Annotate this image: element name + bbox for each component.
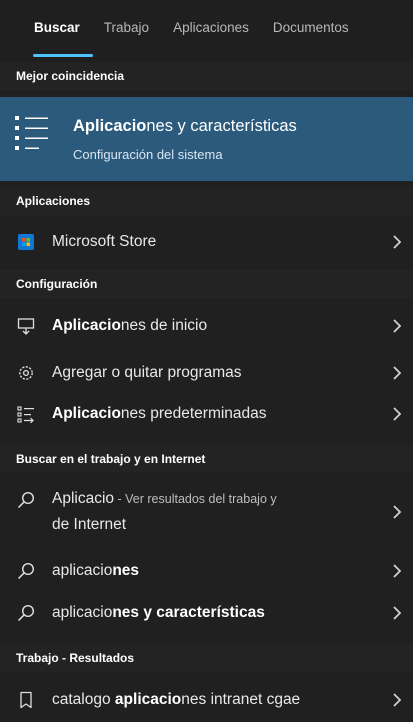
work-result-label: catalogo aplicaciones intranet cgae <box>52 691 301 708</box>
default-apps-icon <box>16 404 36 424</box>
result-web-aplicaciones[interactable]: aplicaciones <box>0 553 413 589</box>
result-default-apps[interactable]: Aplicaciones predeterminadas <box>0 396 413 432</box>
settings-header: Configuración <box>0 270 413 298</box>
search-tabs: Buscar Trabajo Aplicaciones Documentos <box>0 0 413 62</box>
tab-aplicaciones[interactable]: Aplicaciones <box>173 20 249 35</box>
web-suggestion-label: aplicaciones <box>52 562 140 579</box>
startup-apps-label: Aplicaciones de inicio <box>52 317 208 334</box>
chevron-right-icon <box>393 319 402 333</box>
result-microsoft-store[interactable]: Microsoft Store <box>0 225 413 259</box>
web-suggestion-label: aplicaciones y características <box>52 604 265 621</box>
best-match-title: Aplicaciones y características <box>73 117 297 135</box>
result-startup-apps[interactable]: Aplicaciones de inicio <box>0 308 413 344</box>
search-icon <box>16 490 36 510</box>
web-result-query-detail: de Internet <box>52 516 127 533</box>
chevron-right-icon <box>393 606 402 620</box>
document-icon <box>16 690 36 710</box>
best-match-subtitle: Configuración del sistema <box>73 147 223 162</box>
chevron-right-icon <box>393 407 402 421</box>
gear-icon <box>16 363 36 383</box>
chevron-right-icon <box>393 693 402 707</box>
microsoft-store-label: Microsoft Store <box>52 233 157 250</box>
best-match-result[interactable]: Aplicaciones y características Configura… <box>0 97 413 181</box>
chevron-right-icon <box>393 505 402 519</box>
startup-icon <box>16 316 36 336</box>
tab-documentos[interactable]: Documentos <box>273 20 349 35</box>
chevron-right-icon <box>393 366 402 380</box>
web-search-header: Buscar en el trabajo y en Internet <box>0 445 413 473</box>
web-result-query: Aplicacio - Ver resultados del trabajo y <box>52 490 277 507</box>
result-work-catalogo[interactable]: catalogo aplicaciones intranet cgae <box>0 682 413 718</box>
tab-trabajo[interactable]: Trabajo <box>104 20 149 35</box>
search-icon <box>16 603 36 623</box>
search-icon <box>16 561 36 581</box>
list-settings-icon <box>14 114 50 159</box>
result-web-aplicaciones-caracteristicas[interactable]: aplicaciones y características <box>0 595 413 631</box>
add-remove-programs-label: Agregar o quitar programas <box>52 364 242 381</box>
result-web-aplicacio[interactable]: Aplicacio - Ver resultados del trabajo y… <box>0 486 413 538</box>
best-match-header: Mejor coincidencia <box>0 62 413 90</box>
apps-header: Aplicaciones <box>0 187 413 215</box>
chevron-right-icon <box>393 235 402 249</box>
tab-buscar[interactable]: Buscar <box>33 20 93 57</box>
microsoft-store-icon <box>16 232 36 252</box>
chevron-right-icon <box>393 564 402 578</box>
result-add-remove-programs[interactable]: Agregar o quitar programas <box>0 355 413 391</box>
work-results-header: Trabajo - Resultados <box>0 644 413 672</box>
default-apps-label: Aplicaciones predeterminadas <box>52 405 267 422</box>
